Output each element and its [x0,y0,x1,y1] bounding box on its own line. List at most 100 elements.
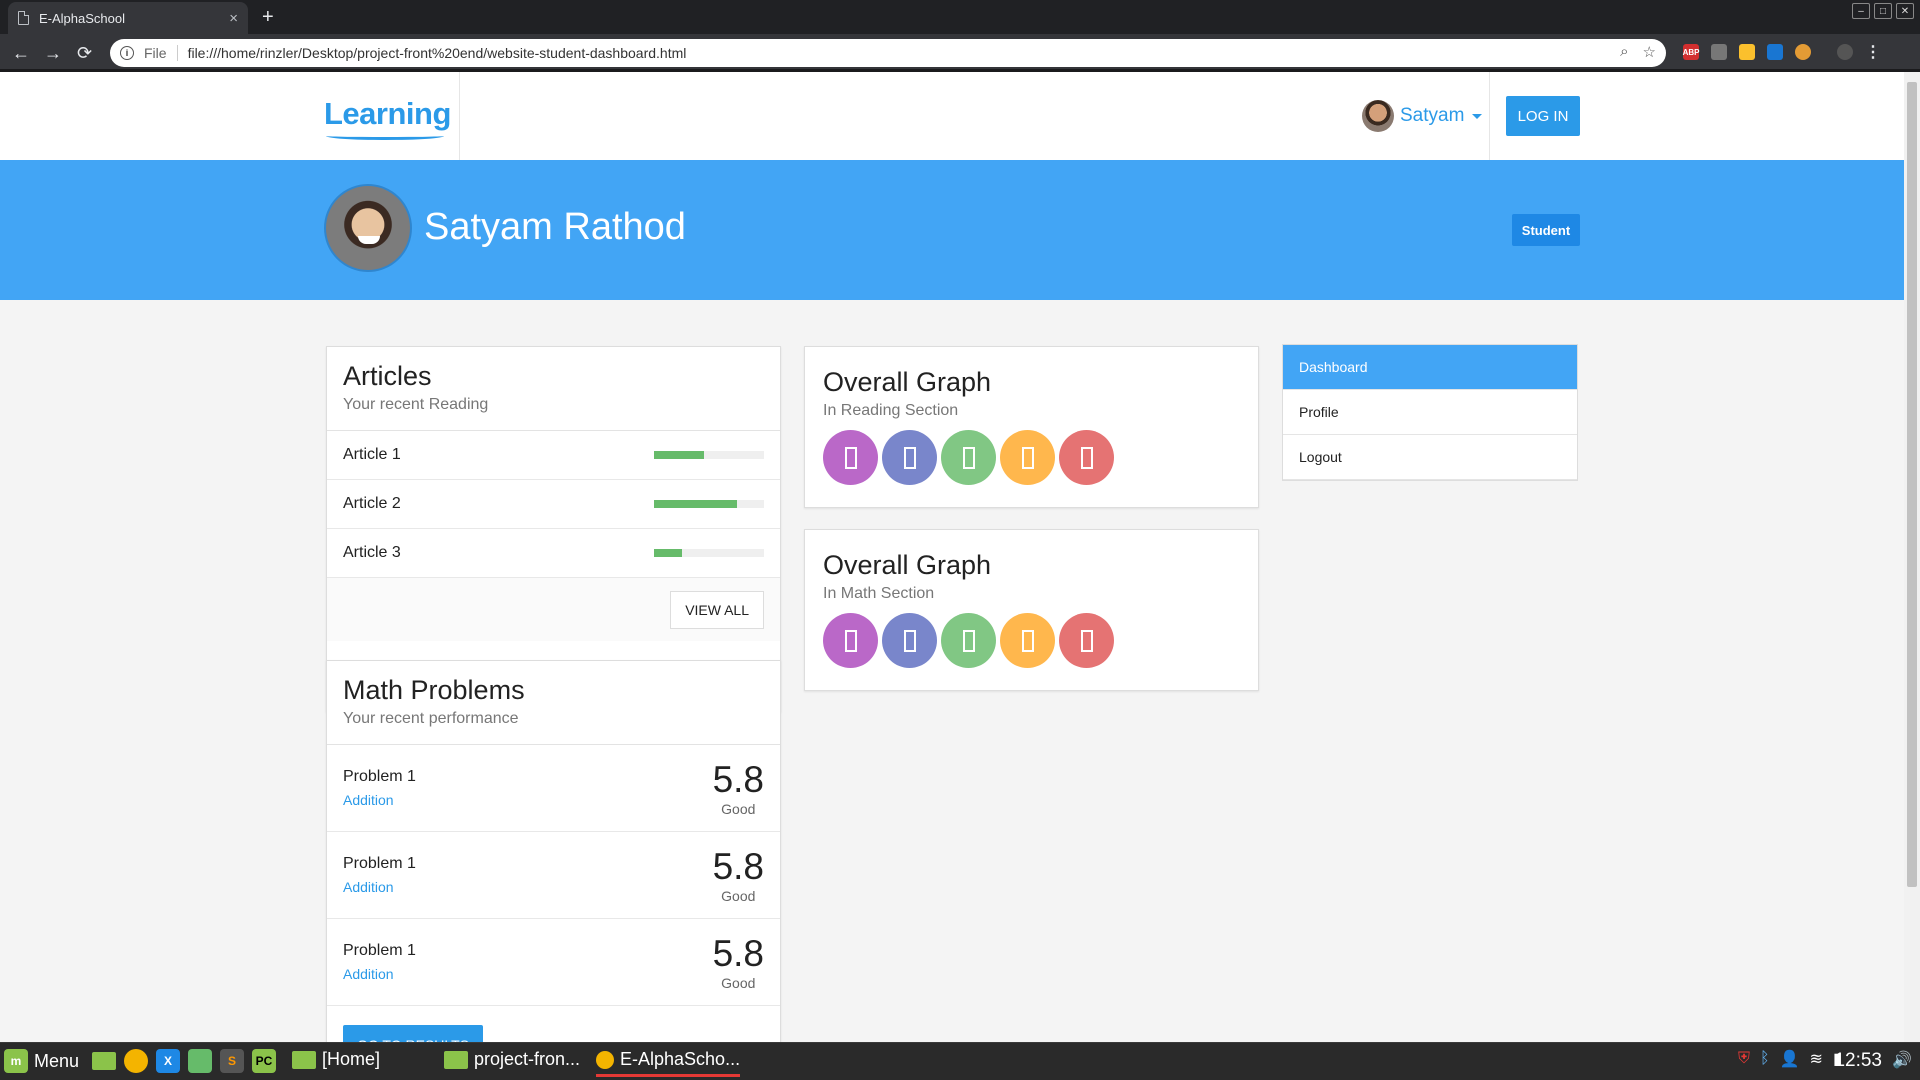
page-scrollbar[interactable] [1904,72,1920,1042]
task-browser-label: E-AlphaScho... [620,1049,741,1069]
clock[interactable]: 12:53 [1834,1050,1882,1072]
graph-circle[interactable] [941,613,996,668]
graph-circles [805,613,1258,668]
placeholder-icon [962,446,975,469]
bookmark-star-icon[interactable]: ☆ [1643,43,1656,61]
browser-tabbar: E-AlphaSchool × + – □ ✕ [0,0,1920,34]
progress-fill [654,500,737,508]
placeholder-icon [1021,629,1034,652]
pycharm-icon[interactable]: PC [252,1049,276,1073]
color-picker-icon[interactable] [1739,44,1755,60]
problem-category[interactable]: Addition [343,879,416,895]
sidebar-item-logout[interactable]: Logout [1283,435,1577,480]
minimize-icon[interactable]: – [1852,3,1870,19]
user-icon[interactable]: 👤 [1780,1049,1800,1069]
wifi-icon[interactable]: ≋ [1810,1049,1823,1069]
article-row[interactable]: Article 2 [327,480,780,529]
chrome-menu-icon[interactable]: ⋮ [1865,44,1881,61]
camera-icon[interactable] [1711,44,1727,60]
view-all-button[interactable]: VIEW ALL [670,590,764,629]
bluetooth-icon[interactable]: ᛒ [1760,1050,1770,1068]
role-badge[interactable]: Student [1512,214,1580,246]
graph-circle[interactable] [1000,430,1055,485]
task-browser[interactable]: E-AlphaScho... [596,1049,741,1077]
sidebar-item-dashboard[interactable]: Dashboard [1283,345,1577,390]
graph-circle[interactable] [941,430,996,485]
placeholder-icon [1021,446,1034,469]
task-project[interactable]: project-fron... [444,1049,580,1070]
files-icon[interactable] [92,1052,116,1070]
article-progress-bar [654,549,764,557]
problem-category[interactable]: Addition [343,966,416,982]
placeholder-icon [1080,629,1093,652]
profile-icon[interactable] [1837,44,1853,60]
problem-name: Problem 1 [343,942,416,959]
sublime-icon[interactable]: S [220,1049,244,1073]
adblock-icon[interactable]: ABP [1683,44,1699,60]
chrome-icon[interactable] [124,1049,148,1073]
placeholder-icon [903,629,916,652]
article-label: Article 3 [343,544,401,561]
volume-icon[interactable]: 🔊 [1892,1050,1912,1070]
close-window-icon[interactable]: ✕ [1896,3,1914,19]
sidebar-item-profile[interactable]: Profile [1283,390,1577,435]
vscode-icon[interactable]: X [156,1049,180,1073]
url-text[interactable]: file:///home/rinzler/Desktop/project-fro… [188,45,687,61]
address-bar[interactable]: i File file:///home/rinzler/Desktop/proj… [110,39,1666,67]
reload-icon[interactable]: ⟳ [77,43,92,64]
profile-name: Satyam Rathod [424,206,686,248]
graph-circle[interactable] [882,613,937,668]
progress-fill [654,549,682,557]
placeholder-icon [903,446,916,469]
math-title: Math Problems [343,675,525,705]
articles-title: Articles [343,361,432,391]
maximize-icon[interactable]: □ [1874,3,1892,19]
article-row[interactable]: Article 1 [327,431,780,480]
problem-score: 5.8 [712,846,764,887]
new-tab-icon[interactable]: + [262,6,274,29]
article-row[interactable]: Article 3 [327,529,780,578]
taskbar: m Menu X S PC [Home] project-fron... E-A… [0,1042,1920,1080]
graph-subtitle: In Math Section [823,585,935,602]
problem-category[interactable]: Addition [343,792,416,808]
graph-circle[interactable] [1059,430,1114,485]
graph-circle[interactable] [1059,613,1114,668]
graph-circle[interactable] [823,613,878,668]
article-label: Article 1 [343,446,401,463]
problem-name: Problem 1 [343,768,416,785]
extensions-area: ABP ⋮ [1683,44,1881,61]
problem-row[interactable]: Problem 1 Addition 5.8 Good [327,745,780,832]
user-menu[interactable]: Satyam [1362,100,1483,132]
shield-icon[interactable]: ⛨ [1738,1050,1750,1068]
info-icon[interactable]: i [120,46,134,60]
go-to-results-button[interactable]: GO TO RESULTS [343,1025,484,1042]
cookie-icon[interactable] [1795,44,1811,60]
task-home[interactable]: [Home] [292,1049,380,1070]
login-button[interactable]: LOG IN [1506,96,1580,136]
graph-circles [805,430,1258,485]
url-separator [176,45,178,61]
article-progress-bar [654,500,764,508]
top-navigation: Learning Satyam LOG IN [0,72,1904,160]
user-name: Satyam [1400,105,1465,126]
forward-icon[interactable]: → [44,43,62,64]
back-icon[interactable]: ← [12,43,30,64]
mint-logo-icon: m [4,1049,28,1073]
start-menu-button[interactable]: m Menu [4,1049,79,1073]
graph-circle[interactable] [823,430,878,485]
browser-tab[interactable]: E-AlphaSchool × [8,2,248,34]
problem-row[interactable]: Problem 1 Addition 5.8 Good [327,832,780,919]
zoom-icon[interactable]: ⌕ [1620,43,1628,61]
problem-row[interactable]: Problem 1 Addition 5.8 Good [327,919,780,1006]
screen-icon[interactable] [1767,44,1783,60]
nav-divider [1489,72,1490,160]
graph-circle[interactable] [1000,613,1055,668]
logo[interactable]: Learning [324,96,451,132]
close-tab-icon[interactable]: × [229,10,238,27]
sidebar-menu: Dashboard Profile Logout [1282,344,1578,481]
graph-circle[interactable] [882,430,937,485]
atom-icon[interactable] [188,1049,212,1073]
placeholder-icon [844,446,857,469]
scrollbar-thumb[interactable] [1907,82,1917,887]
profile-header: Satyam Rathod Student [0,160,1904,300]
